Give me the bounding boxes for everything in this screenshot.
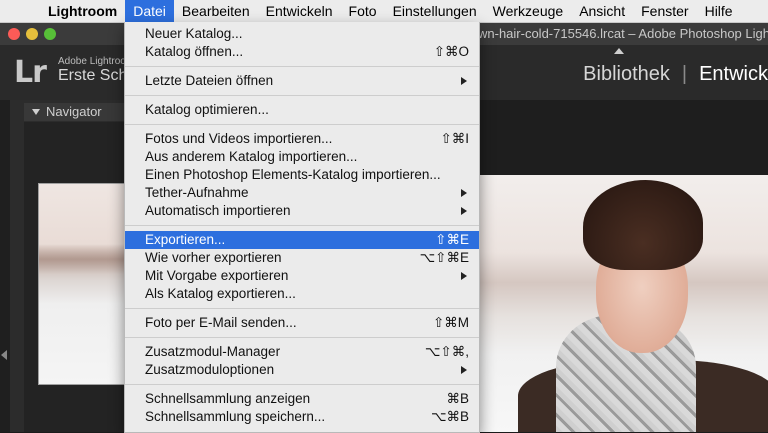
submenu-arrow-icon bbox=[461, 207, 467, 215]
menu-separator bbox=[125, 384, 479, 385]
menu-item-katalog-optimieren[interactable]: Katalog optimieren... bbox=[125, 101, 479, 119]
menu-item-label: Automatisch importieren bbox=[145, 203, 291, 218]
menu-item-shortcut: ⌥⇧⌘E bbox=[419, 250, 469, 265]
menu-item-label: Fotos und Videos importieren... bbox=[145, 131, 333, 146]
menu-separator bbox=[125, 124, 479, 125]
menu-item-mit-vorgabe-exportieren[interactable]: Mit Vorgabe exportieren bbox=[125, 267, 479, 285]
submenu-arrow-icon bbox=[461, 189, 467, 197]
navigator-thumbnail-haze bbox=[39, 244, 125, 274]
menu-item-aus-anderem-katalog-importieren[interactable]: Aus anderem Katalog importieren... bbox=[125, 148, 479, 166]
close-window-button[interactable] bbox=[8, 28, 20, 40]
identity-plate-app: Adobe Lightroom bbox=[58, 56, 135, 67]
module-separator: | bbox=[681, 63, 688, 85]
menu-item-label: Neuer Katalog... bbox=[145, 26, 243, 41]
identity-plate-catalog: Erste Schr bbox=[58, 67, 133, 84]
menu-separator bbox=[125, 95, 479, 96]
menu-datei[interactable]: Datei bbox=[125, 0, 174, 22]
menu-separator bbox=[125, 337, 479, 338]
module-entwickeln[interactable]: Entwick bbox=[699, 63, 768, 86]
menu-item-tether-aufnahme[interactable]: Tether-Aufnahme bbox=[125, 184, 479, 202]
zoom-window-button[interactable] bbox=[44, 28, 56, 40]
menu-item-fotos-und-videos-importieren[interactable]: Fotos und Videos importieren... ⇧⌘I bbox=[125, 130, 479, 148]
menu-item-shortcut: ⇧⌘M bbox=[432, 315, 469, 330]
menu-item-label: Tether-Aufnahme bbox=[145, 185, 249, 200]
menu-item-label: Schnellsammlung anzeigen bbox=[145, 391, 311, 406]
collapse-left-panel-icon[interactable] bbox=[1, 350, 7, 360]
module-bibliothek[interactable]: Bibliothek bbox=[583, 63, 670, 86]
left-panel-edge bbox=[0, 100, 10, 432]
menu-item-zusatzmodul-manager[interactable]: Zusatzmodul-Manager ⌥⇧⌘, bbox=[125, 343, 479, 361]
menu-item-shortcut: ⌘B bbox=[446, 391, 469, 406]
menu-app-lightroom[interactable]: Lightroom bbox=[40, 0, 125, 22]
menu-fenster[interactable]: Fenster bbox=[633, 0, 696, 22]
submenu-arrow-icon bbox=[461, 366, 467, 374]
window-title: wn-hair-cold-715546.lrcat – Adobe Photos… bbox=[478, 26, 768, 41]
macos-menu-bar: Lightroom Datei Bearbeiten Entwickeln Fo… bbox=[0, 0, 768, 23]
menu-item-einen-photoshop-elements-katalog-importieren[interactable]: Einen Photoshop Elements-Katalog importi… bbox=[125, 166, 479, 184]
submenu-arrow-icon bbox=[461, 77, 467, 85]
menu-item-label: Mit Vorgabe exportieren bbox=[145, 268, 289, 283]
menu-item-katalog-öffnen[interactable]: Katalog öffnen... ⇧⌘O bbox=[125, 43, 479, 61]
menu-item-label: Letzte Dateien öffnen bbox=[145, 73, 274, 88]
navigator-thumbnail[interactable] bbox=[38, 183, 126, 385]
menu-item-label: Katalog optimieren... bbox=[145, 102, 269, 117]
menu-ansicht[interactable]: Ansicht bbox=[571, 0, 633, 22]
menu-item-shortcut: ⇧⌘E bbox=[435, 232, 469, 247]
develop-photo[interactable] bbox=[478, 175, 768, 432]
menu-item-automatisch-importieren[interactable]: Automatisch importieren bbox=[125, 202, 479, 220]
menu-einstellungen[interactable]: Einstellungen bbox=[385, 0, 485, 22]
module-picker: Bibliothek | Entwick bbox=[583, 63, 768, 86]
menu-item-label: Exportieren... bbox=[145, 232, 226, 247]
menu-item-label: Wie vorher exportieren bbox=[145, 250, 282, 265]
menu-item-label: Aus anderem Katalog importieren... bbox=[145, 149, 358, 164]
menu-item-schnellsammlung-anzeigen[interactable]: Schnellsammlung anzeigen ⌘B bbox=[125, 390, 479, 408]
menu-item-shortcut: ⇧⌘O bbox=[433, 44, 469, 59]
menu-hilfe[interactable]: Hilfe bbox=[697, 0, 741, 22]
menu-item-shortcut: ⌥⌘B bbox=[430, 409, 469, 424]
menu-werkzeuge[interactable]: Werkzeuge bbox=[485, 0, 572, 22]
navigator-panel-header[interactable]: Navigator bbox=[24, 103, 124, 121]
menu-item-label: Zusatzmodul-Manager bbox=[145, 344, 281, 359]
menu-item-schnellsammlung-speichern[interactable]: Schnellsammlung speichern... ⌥⌘B bbox=[125, 408, 479, 426]
menu-bearbeiten[interactable]: Bearbeiten bbox=[174, 0, 258, 22]
menu-item-shortcut: ⇧⌘I bbox=[440, 131, 469, 146]
menu-item-label: Foto per E-Mail senden... bbox=[145, 315, 297, 330]
menu-item-wie-vorher-exportieren[interactable]: Wie vorher exportieren ⌥⇧⌘E bbox=[125, 249, 479, 267]
menu-item-zusatzmoduloptionen[interactable]: Zusatzmoduloptionen bbox=[125, 361, 479, 379]
menu-item-label: Katalog öffnen... bbox=[145, 44, 244, 59]
menu-item-label: Zusatzmoduloptionen bbox=[145, 362, 275, 377]
lightroom-logo: Lr bbox=[14, 55, 47, 90]
menu-foto[interactable]: Foto bbox=[341, 0, 385, 22]
menu-item-label: Einen Photoshop Elements-Katalog importi… bbox=[145, 167, 441, 182]
disclosure-triangle-icon bbox=[32, 109, 40, 115]
menu-item-shortcut: ⌥⇧⌘, bbox=[424, 344, 469, 359]
menu-item-label: Als Katalog exportieren... bbox=[145, 286, 296, 301]
menu-item-neuer-katalog[interactable]: Neuer Katalog... bbox=[125, 25, 479, 43]
menu-item-foto-per-e-mail-senden[interactable]: Foto per E-Mail senden... ⇧⌘M bbox=[125, 314, 479, 332]
datei-dropdown-menu: Neuer Katalog... Katalog öffnen... ⇧⌘O Letz… bbox=[124, 22, 480, 433]
navigator-label: Navigator bbox=[46, 104, 102, 119]
menu-item-letzte-dateien-öffnen[interactable]: Letzte Dateien öffnen bbox=[125, 72, 479, 90]
menu-item-label: Schnellsammlung speichern... bbox=[145, 409, 326, 424]
photo-hair bbox=[583, 180, 703, 270]
menu-item-exportieren[interactable]: Exportieren... ⇧⌘E bbox=[125, 231, 479, 249]
minimize-window-button[interactable] bbox=[26, 28, 38, 40]
menu-separator bbox=[125, 225, 479, 226]
menu-separator bbox=[125, 308, 479, 309]
menu-item-als-katalog-exportieren[interactable]: Als Katalog exportieren... bbox=[125, 285, 479, 303]
menu-entwickeln[interactable]: Entwickeln bbox=[258, 0, 341, 22]
collapse-top-panel-icon[interactable] bbox=[614, 48, 624, 54]
menu-separator bbox=[125, 66, 479, 67]
submenu-arrow-icon bbox=[461, 272, 467, 280]
